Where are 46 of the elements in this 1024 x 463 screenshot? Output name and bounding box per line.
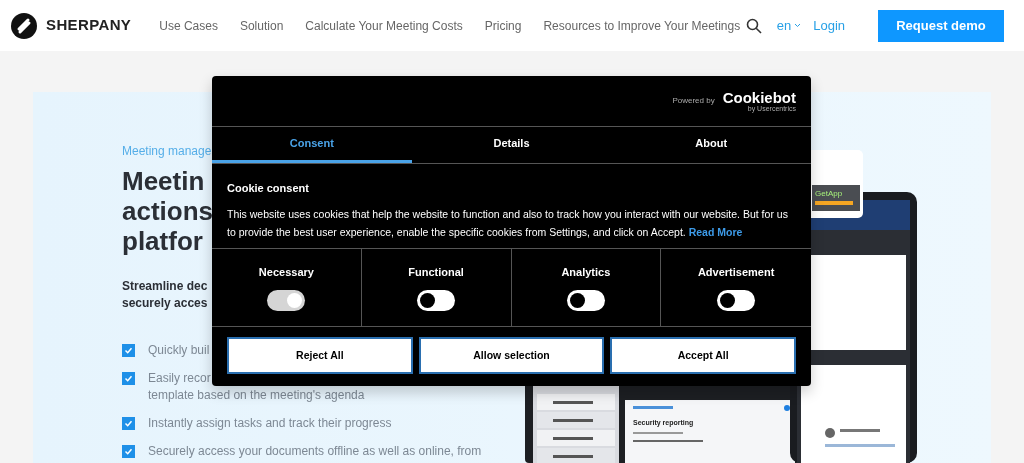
powered-by-text: Powered by xyxy=(672,95,715,107)
category-label: Functional xyxy=(408,265,464,281)
logo-icon xyxy=(10,11,38,40)
consent-text: This website uses cookies that help the website to function and also to track how you interact with our website. But for us to provide the best user experience, enable the specific cookies from Settings, and click on Accept. Read More xyxy=(227,206,789,240)
nav-link[interactable]: Resources to Improve Your Meetings xyxy=(543,16,741,35)
feature-text: Easily recor xyxy=(148,370,211,387)
read-more-link[interactable]: Read More xyxy=(688,225,743,238)
checkbox[interactable] xyxy=(122,344,135,357)
nav-link[interactable]: Pricing xyxy=(484,16,522,35)
checkbox[interactable] xyxy=(122,372,135,385)
dialog-tab[interactable]: About xyxy=(611,127,811,163)
category-label: Analytics xyxy=(561,265,611,281)
feature-text: Quickly buil xyxy=(148,342,210,359)
checkbox[interactable] xyxy=(122,445,135,458)
feature-text: template based on the meeting's agenda xyxy=(148,387,365,404)
dialog-tab[interactable]: Details xyxy=(411,127,612,163)
eyebrow-text: Meeting manage xyxy=(122,143,212,159)
hero-title-line: Meetin xyxy=(122,166,205,196)
feature-text: Instantly assign tasks and track their progress xyxy=(148,415,392,432)
dialog-button[interactable]: Accept All xyxy=(610,337,796,374)
checkmark-icon xyxy=(124,374,133,383)
hero-subtitle-line: Streamline dec xyxy=(122,278,208,295)
category-label: Advertisement xyxy=(697,265,775,281)
nav-link[interactable]: Use Cases xyxy=(159,16,218,35)
toggle-switch[interactable] xyxy=(417,289,456,311)
dialog-button[interactable]: Reject All xyxy=(227,337,413,374)
caret-icon xyxy=(794,23,802,28)
category-label: Necessary xyxy=(258,265,314,281)
search-icon[interactable] xyxy=(745,17,762,34)
toggle-switch[interactable] xyxy=(566,289,605,311)
nav-link[interactable]: Solution xyxy=(239,16,284,35)
checkmark-icon xyxy=(124,346,133,355)
dialog-button[interactable]: Allow selection xyxy=(418,337,605,374)
provider-logo-text[interactable]: Cookiebot xyxy=(722,90,796,105)
hero-title-line: platfor xyxy=(122,226,203,256)
checkmark-icon xyxy=(124,419,133,428)
feature-text: Securely access your documents offline as well as online, from xyxy=(148,443,482,460)
dialog-heading: Cookie consent xyxy=(227,181,310,196)
nav-link[interactable]: Calculate Your Meeting Costs xyxy=(305,16,463,35)
checkbox[interactable] xyxy=(122,417,135,430)
toggle-switch[interactable] xyxy=(717,289,756,311)
brand-name: SHERPANY xyxy=(46,15,132,36)
dialog-tab[interactable]: Consent xyxy=(212,127,412,163)
hero-title-line: actions xyxy=(122,196,214,226)
hero-subtitle-line: securely acces xyxy=(122,295,208,312)
checkmark-icon xyxy=(124,447,133,456)
